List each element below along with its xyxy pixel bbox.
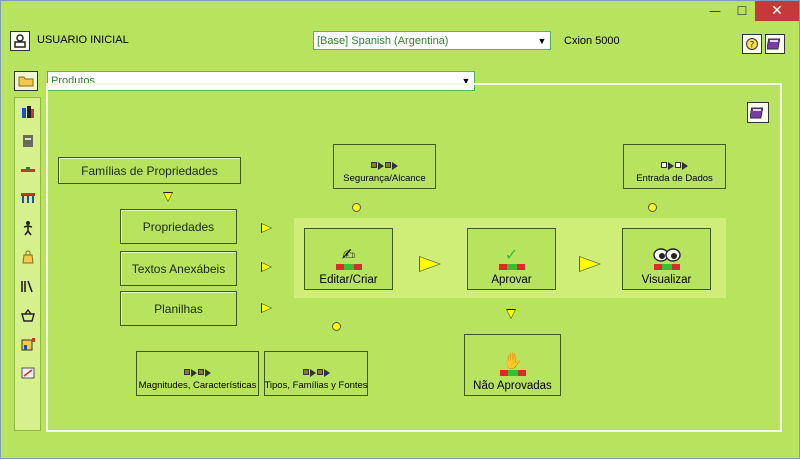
- title-bar: — ☐ ✕: [1, 1, 799, 23]
- eyes-icon: [652, 248, 681, 262]
- arrow-right-icon: [261, 262, 272, 272]
- spreadsheets-button[interactable]: Planilhas: [120, 291, 237, 326]
- books-icon[interactable]: [18, 276, 38, 296]
- tools-icon[interactable]: [18, 363, 38, 383]
- chart-icon[interactable]: [18, 334, 38, 354]
- arrow-right-icon: [419, 256, 441, 272]
- arrow-right-icon: [579, 256, 601, 272]
- status-bar-icon: [498, 264, 525, 270]
- magnitudes-button[interactable]: Magnitudes, Características: [136, 351, 259, 396]
- book-icon[interactable]: [765, 34, 785, 54]
- edit-create-button[interactable]: ✍ Editar/Criar: [304, 228, 393, 290]
- types-families-label: Tipos, Famílias y Fontes: [264, 380, 368, 391]
- magnitudes-label: Magnitudes, Características: [138, 380, 257, 391]
- network-icon[interactable]: [18, 189, 38, 209]
- approve-label: Aprovar: [491, 274, 532, 286]
- svg-text:?: ?: [750, 41, 755, 51]
- edit-create-label: Editar/Criar: [319, 274, 378, 286]
- pencil-hand-icon: ✍: [341, 245, 356, 264]
- close-button[interactable]: ✕: [755, 1, 799, 21]
- attachable-texts-button[interactable]: Textos Anexábeis: [120, 251, 237, 286]
- process-icon: [661, 162, 688, 170]
- chevron-down-icon[interactable]: ▼: [534, 32, 550, 49]
- bag-icon[interactable]: [18, 247, 38, 267]
- maximize-button[interactable]: ☐: [729, 1, 755, 21]
- data-entry-button[interactable]: Entrada de Dados: [623, 144, 726, 189]
- basket-icon[interactable]: [18, 305, 38, 325]
- folder-icon[interactable]: [14, 71, 38, 91]
- process-icon: [302, 369, 330, 377]
- help-icon[interactable]: ?: [742, 34, 762, 54]
- team-icon[interactable]: [18, 102, 38, 122]
- not-approved-label: Não Aprovadas: [473, 380, 552, 392]
- view-button[interactable]: Visualizar: [622, 228, 711, 290]
- ruler-icon[interactable]: [18, 160, 38, 180]
- property-families-button[interactable]: Famílias de Propriedades: [58, 157, 241, 184]
- product-label: Cxion 5000: [564, 35, 620, 47]
- status-bar-icon: [335, 264, 362, 270]
- minimize-button[interactable]: —: [701, 1, 729, 21]
- language-select[interactable]: [Base] Spanish (Argentina) ▼: [313, 31, 551, 50]
- properties-button[interactable]: Propriedades: [120, 209, 237, 244]
- connector-dot: [648, 203, 657, 212]
- arrow-down-icon: [506, 309, 516, 319]
- book-icon[interactable]: [747, 102, 769, 123]
- approve-button[interactable]: ✓ Aprovar: [467, 228, 556, 290]
- arrow-right-icon: [261, 223, 272, 233]
- types-families-button[interactable]: Tipos, Famílias y Fontes: [264, 351, 368, 396]
- connector-dot: [332, 322, 341, 331]
- person-icon[interactable]: [18, 218, 38, 238]
- checkmark-icon: ✓: [504, 245, 519, 264]
- not-approved-button[interactable]: ✋ Não Aprovadas: [464, 334, 561, 396]
- status-bar-icon: [653, 264, 680, 270]
- arrow-right-icon: [261, 303, 272, 313]
- document-icon[interactable]: [18, 131, 38, 151]
- process-icon: [184, 369, 211, 377]
- hand-stop-icon: ✋: [502, 351, 523, 370]
- connector-dot: [352, 203, 361, 212]
- user-label: USUARIO INICIAL: [37, 34, 129, 46]
- arrow-down-icon: [163, 192, 173, 202]
- app-window: — ☐ ✕ USUARIO INICIAL [Base] Spanish (Ar…: [0, 0, 800, 459]
- process-icon: [371, 162, 398, 170]
- user-icon[interactable]: [10, 31, 30, 51]
- language-value: [Base] Spanish (Argentina): [317, 34, 449, 47]
- left-toolbar: [14, 97, 41, 431]
- security-scope-label: Segurança/Alcance: [343, 173, 426, 184]
- view-label: Visualizar: [641, 274, 692, 286]
- status-bar-icon: [499, 370, 526, 376]
- security-scope-button[interactable]: Segurança/Alcance: [333, 144, 436, 189]
- data-entry-label: Entrada de Dados: [636, 173, 713, 184]
